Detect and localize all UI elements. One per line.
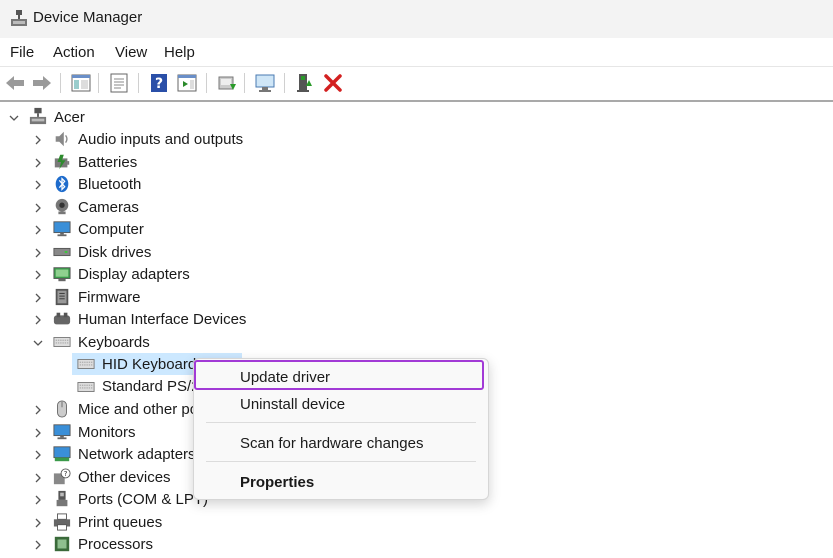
forward-arrow-icon[interactable] <box>31 72 53 94</box>
battery-icon <box>54 154 70 170</box>
menu-action[interactable]: Action <box>53 44 95 61</box>
enable-device-icon[interactable] <box>294 72 316 94</box>
menu-file[interactable]: File <box>10 44 34 61</box>
chevron-right-icon[interactable] <box>33 248 43 258</box>
firmware-icon <box>55 288 69 306</box>
chevron-right-icon[interactable] <box>33 315 43 325</box>
ctx-uninstall-device[interactable]: Uninstall device <box>194 390 488 420</box>
chevron-right-icon[interactable] <box>33 450 43 460</box>
chevron-right-icon[interactable] <box>33 180 43 190</box>
category-computer[interactable]: Computer <box>78 221 144 238</box>
svg-text:?: ? <box>64 469 68 478</box>
chevron-right-icon[interactable] <box>33 225 43 235</box>
speaker-icon <box>55 131 68 147</box>
other-devices-icon: ? <box>53 468 71 485</box>
properties-icon[interactable] <box>108 72 130 94</box>
category-processors[interactable]: Processors <box>78 536 153 553</box>
action-pane-icon[interactable] <box>176 72 198 94</box>
chevron-right-icon[interactable] <box>33 293 43 303</box>
update-driver-icon[interactable] <box>216 72 238 94</box>
port-icon <box>56 490 68 507</box>
update-driver-highlight-box <box>194 360 484 390</box>
show-hide-console-tree-icon[interactable] <box>70 72 92 94</box>
category-disk-drives[interactable]: Disk drives <box>78 244 151 261</box>
category-network-adapters[interactable]: Network adapters <box>78 446 196 463</box>
ctx-properties[interactable]: Properties <box>194 468 488 498</box>
chevron-right-icon[interactable] <box>33 135 43 145</box>
chevron-right-icon[interactable] <box>33 473 43 483</box>
category-cameras[interactable]: Cameras <box>78 199 139 216</box>
printer-icon <box>53 513 71 531</box>
hid-icon <box>53 312 71 325</box>
network-adapter-icon <box>53 446 71 462</box>
disk-drive-icon <box>53 247 71 257</box>
chevron-right-icon[interactable] <box>33 495 43 505</box>
category-mice[interactable]: Mice and other po <box>78 401 198 418</box>
delete-icon[interactable] <box>322 72 344 94</box>
keyboard-icon <box>53 337 71 347</box>
keyboard-icon <box>77 359 95 369</box>
monitor-icon <box>53 221 71 237</box>
mouse-icon <box>57 400 67 418</box>
ctx-scan-hardware[interactable]: Scan for hardware changes <box>194 429 488 459</box>
category-ports[interactable]: Ports (COM & LPT) <box>78 491 208 508</box>
menu-help[interactable]: Help <box>164 44 195 61</box>
device-hid-keyboard[interactable]: HID Keyboard <box>102 356 196 373</box>
processor-icon <box>54 536 70 552</box>
chevron-right-icon[interactable] <box>33 518 43 528</box>
chevron-right-icon[interactable] <box>33 203 43 213</box>
keyboard-icon <box>77 382 95 392</box>
chevron-right-icon[interactable] <box>33 540 43 550</box>
category-hid[interactable]: Human Interface Devices <box>78 311 246 328</box>
camera-icon <box>55 198 69 215</box>
category-print-queues[interactable]: Print queues <box>78 514 162 531</box>
bluetooth-icon <box>55 175 69 193</box>
category-bluetooth[interactable]: Bluetooth <box>78 176 141 193</box>
ctx-divider <box>206 422 476 423</box>
category-other-devices[interactable]: Other devices <box>78 469 171 486</box>
chevron-right-icon[interactable] <box>33 270 43 280</box>
display-adapter-icon <box>53 267 71 282</box>
scan-hardware-icon[interactable] <box>254 72 276 94</box>
chevron-down-icon[interactable] <box>9 113 19 123</box>
device-manager-icon <box>11 10 27 26</box>
computer-root-icon <box>29 107 47 125</box>
category-audio[interactable]: Audio inputs and outputs <box>78 131 243 148</box>
category-firmware[interactable]: Firmware <box>78 289 141 306</box>
window-title: Device Manager <box>33 9 143 26</box>
category-batteries[interactable]: Batteries <box>78 154 137 171</box>
chevron-right-icon[interactable] <box>33 428 43 438</box>
ctx-properties-label: Properties <box>240 474 315 491</box>
ctx-uninstall-device-label: Uninstall device <box>240 396 346 413</box>
menu-view[interactable]: View <box>115 44 147 61</box>
category-keyboards[interactable]: Keyboards <box>78 334 150 351</box>
chevron-right-icon[interactable] <box>33 158 43 168</box>
category-display-adapters[interactable]: Display adapters <box>78 266 190 283</box>
chevron-down-icon[interactable] <box>33 338 43 348</box>
category-monitors[interactable]: Monitors <box>78 424 136 441</box>
title-bar: Device Manager <box>0 0 833 38</box>
toolbar: ? <box>0 66 833 99</box>
chevron-right-icon[interactable] <box>33 405 43 415</box>
menu-bar: File Action View Help <box>0 38 833 66</box>
back-arrow-icon[interactable] <box>4 72 26 94</box>
device-standard-ps2[interactable]: Standard PS/2 <box>102 378 200 395</box>
ctx-divider <box>206 461 476 462</box>
help-icon[interactable]: ? <box>148 72 170 94</box>
svg-text:?: ? <box>155 76 163 92</box>
tree-root-acer[interactable]: Acer <box>54 109 85 126</box>
ctx-scan-hardware-label: Scan for hardware changes <box>240 435 424 452</box>
monitor-icon <box>53 424 71 440</box>
